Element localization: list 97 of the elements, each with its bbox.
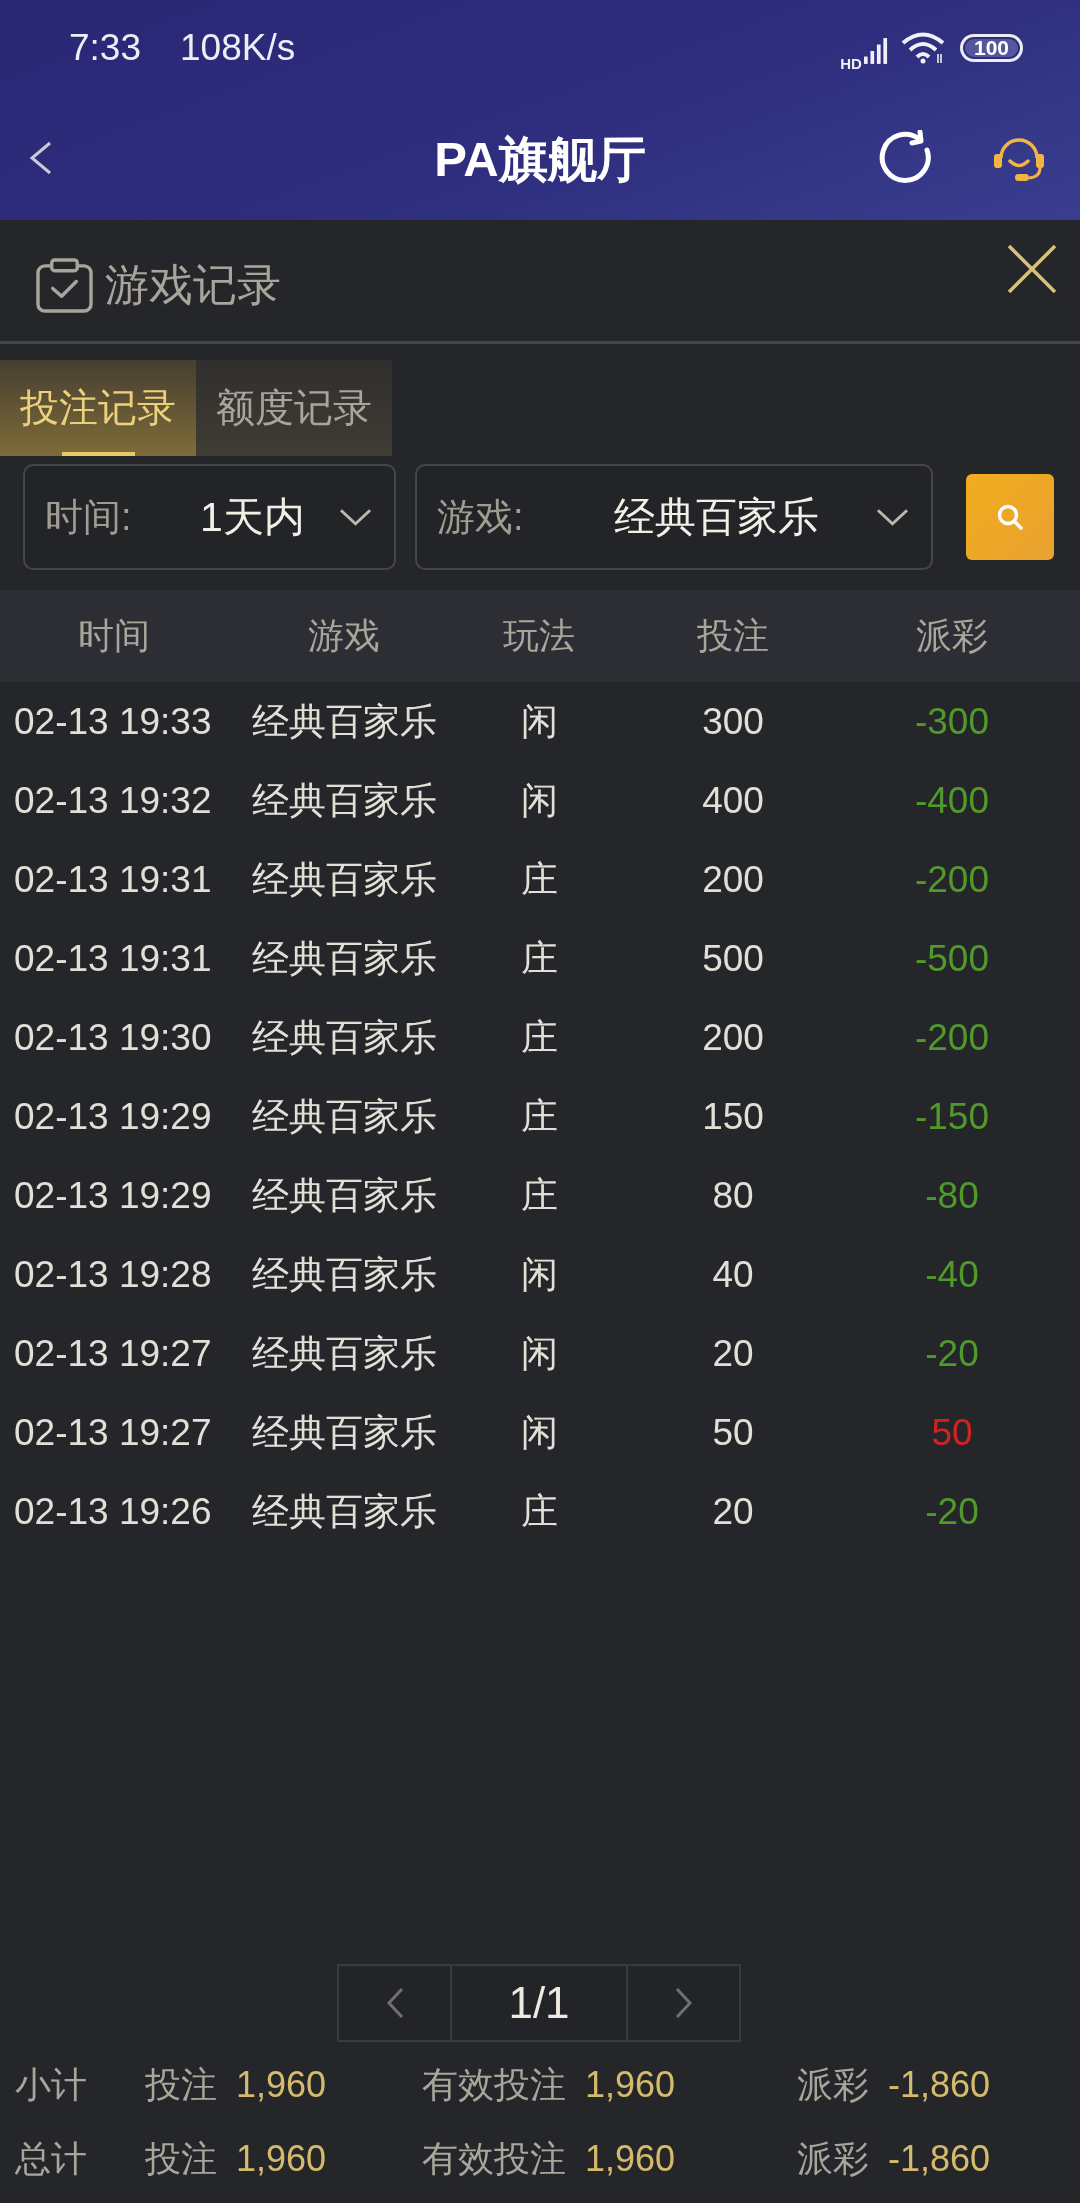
summary-item-label: 派彩 [797, 2062, 869, 2107]
table-cell: 20 [712, 1490, 754, 1533]
table-cell-text: 庄 [520, 1173, 558, 1218]
clipboard-check-icon [36, 258, 93, 313]
summary-value: 1,960 [236, 2064, 327, 2106]
summary-item-label: 投注 [145, 2136, 217, 2181]
chevron-down-icon [339, 508, 372, 526]
table-cell: -200 [914, 1016, 990, 1059]
back-button[interactable] [28, 140, 52, 175]
filter-dropdown[interactable]: 时间: 1天内 [23, 464, 396, 570]
column-header: 投注 [697, 613, 769, 658]
table-cell: -400 [914, 779, 990, 822]
table-cell: 02-13 19:33 [14, 700, 212, 743]
table-cell: 40 [712, 1253, 754, 1296]
table-cell: 80 [712, 1174, 754, 1217]
table-cell: -500 [914, 937, 990, 980]
tab[interactable]: 投注记录 [0, 360, 196, 456]
wifi-icon [900, 31, 947, 64]
close-icon [1007, 244, 1057, 294]
table-cell-text: 经典百家乐 [251, 1252, 437, 1297]
panel-title: 游戏记录 [105, 259, 281, 311]
table-cell-text: 经典百家乐 [251, 1015, 437, 1060]
summary-item-label: 派彩 [797, 2136, 869, 2181]
chevron-down-icon [876, 508, 909, 526]
back-icon [28, 140, 52, 175]
status-time: 7:33 [69, 26, 141, 69]
table-cell: -40 [925, 1253, 979, 1296]
table-cell: -150 [914, 1095, 990, 1138]
table-cell: 02-13 19:27 [14, 1332, 212, 1375]
summary-value: 1,960 [236, 2138, 327, 2180]
table-cell: 02-13 19:29 [14, 1095, 212, 1138]
summary-value: -1,860 [888, 2138, 991, 2180]
table-cell: 20 [712, 1332, 754, 1375]
column-header: 时间 [78, 613, 150, 658]
table-cell-text: 经典百家乐 [251, 1094, 437, 1139]
table-cell-text: 闲 [520, 1252, 558, 1297]
table-cell-text: 经典百家乐 [251, 1410, 437, 1455]
chevron-left-icon [385, 1987, 404, 2019]
column-header: 玩法 [503, 613, 575, 658]
close-button[interactable] [1007, 244, 1057, 294]
table-cell: 02-13 19:29 [14, 1174, 212, 1217]
table-cell: 50 [712, 1411, 754, 1454]
table-cell-text: 闲 [520, 1331, 558, 1376]
table-cell: 200 [702, 1016, 764, 1059]
column-header: 游戏 [308, 613, 380, 658]
table-cell: 300 [702, 700, 764, 743]
table-cell: 500 [702, 937, 764, 980]
chevron-right-icon [674, 1987, 693, 2019]
table-cell: -80 [925, 1174, 979, 1217]
table-cell-text: 闲 [520, 778, 558, 823]
filter-dropdown[interactable]: 游戏: 经典百家乐 [415, 464, 933, 570]
table-cell: 02-13 19:31 [14, 858, 212, 901]
battery-indicator: 100 [959, 33, 1023, 62]
page-title: PA旗舰厅 [434, 130, 646, 188]
table-cell-text: 闲 [520, 699, 558, 744]
table-cell: -300 [914, 700, 990, 743]
table-cell: -20 [925, 1332, 979, 1375]
summary-item-label: 有效投注 [422, 2136, 566, 2181]
table-cell: 02-13 19:26 [14, 1490, 212, 1533]
table-cell-text: 闲 [520, 1410, 558, 1455]
summary-value: -1,860 [888, 2064, 991, 2106]
network-type-label: HD [840, 56, 862, 71]
page-indicator: 1/1 [452, 1964, 626, 2042]
table-cell: 200 [702, 858, 764, 901]
table-cell: 02-13 19:30 [14, 1016, 212, 1059]
table-cell: 02-13 19:31 [14, 937, 212, 980]
table-cell-text: 经典百家乐 [251, 1331, 437, 1376]
table-cell-text: 经典百家乐 [251, 857, 437, 902]
table-cell: 02-13 19:32 [14, 779, 212, 822]
summary-item-label: 有效投注 [422, 2062, 566, 2107]
table-cell-text: 经典百家乐 [251, 936, 437, 981]
summary-item-label: 投注 [145, 2062, 217, 2107]
table-cell: 50 [931, 1411, 973, 1454]
table-cell: 02-13 19:27 [14, 1411, 212, 1454]
column-header: 派彩 [916, 613, 988, 658]
table-cell-text: 庄 [520, 936, 558, 981]
table-cell: 400 [702, 779, 764, 822]
table-cell-text: 庄 [520, 857, 558, 902]
table-cell-text: 庄 [520, 1094, 558, 1139]
table-cell: 02-13 19:28 [14, 1253, 212, 1296]
summary-value: 1,960 [585, 2064, 676, 2106]
table-cell: -200 [914, 858, 990, 901]
network-speed: 108K/s [180, 26, 296, 69]
table-cell: -20 [925, 1490, 979, 1533]
table-cell-text: 庄 [520, 1015, 558, 1060]
summary-label: 小计 [15, 2062, 87, 2107]
table-cell: 150 [702, 1095, 764, 1138]
table-cell-text: 庄 [520, 1489, 558, 1534]
table-cell-text: 经典百家乐 [251, 778, 437, 823]
tab[interactable]: 额度记录 [196, 360, 392, 456]
summary-value: 1,960 [585, 2138, 676, 2180]
table-cell-text: 经典百家乐 [251, 1173, 437, 1218]
signal-icon [863, 36, 888, 65]
search-icon [996, 503, 1024, 531]
summary-label: 总计 [15, 2136, 87, 2181]
table-cell-text: 经典百家乐 [251, 699, 437, 744]
table-cell-text: 经典百家乐 [251, 1489, 437, 1534]
